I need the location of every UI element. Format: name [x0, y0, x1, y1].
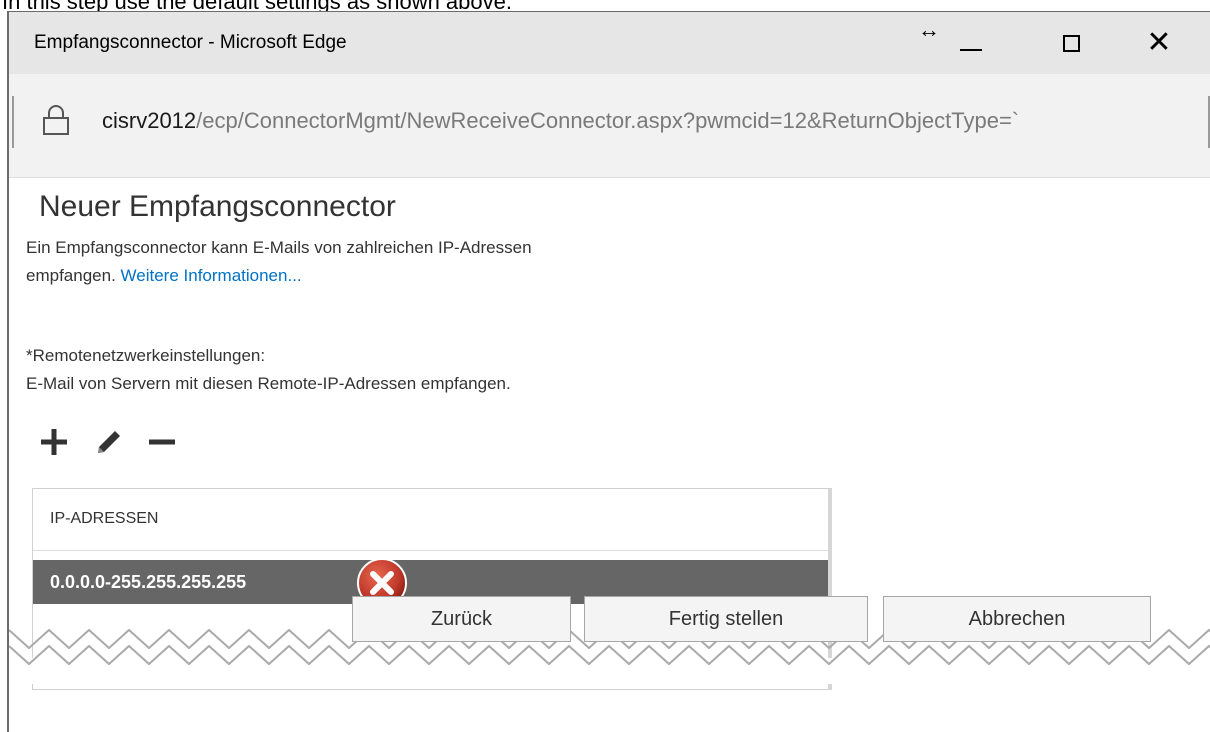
title-bar: Empfangsconnector - Microsoft Edge ↔ ✕ — [9, 12, 1210, 74]
ip-toolbar — [37, 424, 179, 460]
remove-ip-button[interactable] — [145, 425, 179, 459]
add-ip-button[interactable] — [37, 425, 71, 459]
maximize-button[interactable] — [1041, 20, 1101, 66]
window-title: Empfangsconnector - Microsoft Edge — [34, 32, 347, 53]
cancel-button[interactable]: Abbrechen — [883, 596, 1151, 642]
remote-network-description: E-Mail von Servern mit diesen Remote-IP-… — [26, 374, 511, 393]
minimize-icon — [960, 49, 982, 51]
address-divider — [12, 96, 14, 148]
list-header-label: IP-ADRESSEN — [50, 510, 159, 527]
description-line2: empfangen. — [26, 266, 116, 285]
pencil-icon — [98, 431, 120, 453]
url-host: cisrv2012 — [102, 108, 197, 133]
more-info-link[interactable]: Weitere Informationen... — [121, 266, 302, 285]
close-icon: ✕ — [1146, 26, 1172, 59]
minimize-button[interactable] — [941, 20, 1001, 66]
lock-icon — [43, 105, 69, 135]
url-text[interactable]: cisrv2012/ecp/ConnectorMgmt/NewReceiveCo… — [102, 108, 1019, 134]
edit-ip-button[interactable] — [91, 425, 125, 459]
plus-icon — [41, 429, 67, 455]
address-bar[interactable]: cisrv2012/ecp/ConnectorMgmt/NewReceiveCo… — [9, 74, 1210, 178]
close-button[interactable]: ✕ — [1129, 20, 1189, 66]
maximize-icon — [1062, 34, 1080, 52]
browser-window: Empfangsconnector - Microsoft Edge ↔ ✕ c… — [7, 11, 1210, 732]
finish-button[interactable]: Fertig stellen — [584, 596, 868, 642]
minus-icon — [149, 439, 175, 445]
ip-range-text: 0.0.0.0-255.255.255.255 — [50, 572, 247, 592]
remote-network-label: *Remotenetzwerkeinstellungen: — [26, 346, 266, 365]
url-path: /ecp/ConnectorMgmt/NewReceiveConnector.a… — [196, 108, 1020, 133]
description-line1: Ein Empfangsconnector kann E-Mails von z… — [26, 238, 532, 257]
dialog-content: Neuer Empfangsconnector Ein Empfangsconn… — [9, 178, 1210, 732]
page-title: Neuer Empfangsconnector — [39, 190, 396, 223]
page-description: Ein Empfangsconnector kann E-Mails von z… — [26, 234, 786, 290]
back-button[interactable]: Zurück — [352, 596, 571, 642]
list-header[interactable]: IP-ADRESSEN — [33, 489, 828, 551]
